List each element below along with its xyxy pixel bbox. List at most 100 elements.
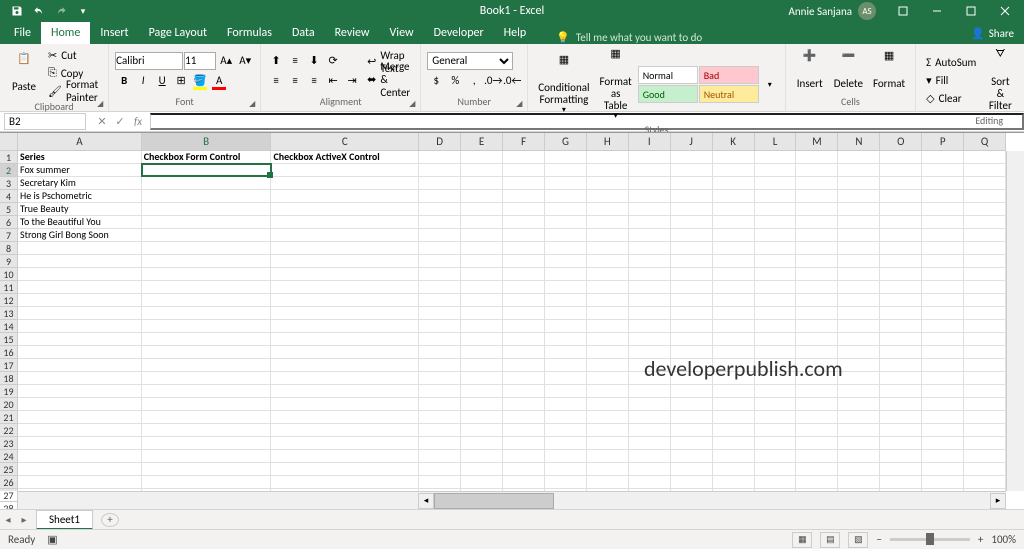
cancel-formula-icon[interactable]: ✕ xyxy=(94,115,110,128)
cell[interactable] xyxy=(880,294,922,307)
cell[interactable] xyxy=(271,333,419,346)
cell[interactable] xyxy=(964,372,1006,385)
cell[interactable] xyxy=(671,190,713,203)
cell[interactable] xyxy=(142,242,272,255)
cell[interactable] xyxy=(880,229,922,242)
cell[interactable] xyxy=(671,424,713,437)
cell[interactable] xyxy=(461,216,503,229)
cell[interactable] xyxy=(18,281,142,294)
cell[interactable] xyxy=(629,411,671,424)
cell[interactable] xyxy=(880,320,922,333)
maximize-icon[interactable] xyxy=(956,0,986,22)
cell[interactable] xyxy=(964,177,1006,190)
cell[interactable] xyxy=(838,268,880,281)
cell[interactable] xyxy=(271,463,419,476)
decrease-decimal-icon[interactable]: .0← xyxy=(503,72,521,90)
cell[interactable] xyxy=(838,372,880,385)
cell[interactable] xyxy=(271,372,419,385)
cell[interactable] xyxy=(142,268,272,281)
column-header[interactable]: K xyxy=(713,133,755,151)
cell[interactable] xyxy=(271,320,419,333)
cell[interactable] xyxy=(587,372,629,385)
row-header[interactable]: 9 xyxy=(0,255,18,268)
cell[interactable] xyxy=(880,333,922,346)
cell[interactable] xyxy=(419,294,461,307)
cell[interactable] xyxy=(271,398,419,411)
cell[interactable] xyxy=(713,398,755,411)
row-header[interactable]: 27 xyxy=(0,489,18,502)
cell[interactable] xyxy=(545,255,587,268)
number-dialog-launcher[interactable]: ◢ xyxy=(513,98,525,110)
cell[interactable] xyxy=(503,255,545,268)
cell[interactable] xyxy=(629,307,671,320)
number-format-combo[interactable]: General xyxy=(427,52,513,70)
cell[interactable] xyxy=(796,255,838,268)
cell[interactable] xyxy=(419,307,461,320)
column-header[interactable]: M xyxy=(796,133,838,151)
cell[interactable] xyxy=(419,229,461,242)
cell[interactable] xyxy=(419,398,461,411)
cell[interactable] xyxy=(142,307,272,320)
cell[interactable] xyxy=(545,346,587,359)
cell[interactable] xyxy=(503,216,545,229)
cell[interactable] xyxy=(880,411,922,424)
cell[interactable] xyxy=(629,450,671,463)
font-dialog-launcher[interactable]: ◢ xyxy=(246,98,258,110)
cell[interactable] xyxy=(461,385,503,398)
cell[interactable] xyxy=(880,177,922,190)
cell[interactable] xyxy=(629,190,671,203)
row-header[interactable]: 17 xyxy=(0,359,18,372)
cell[interactable] xyxy=(964,255,1006,268)
cell[interactable] xyxy=(796,294,838,307)
cell[interactable] xyxy=(419,164,461,177)
cell[interactable] xyxy=(964,164,1006,177)
cell[interactable] xyxy=(271,281,419,294)
cell[interactable] xyxy=(964,229,1006,242)
align-top-icon[interactable]: ⬆ xyxy=(267,52,285,70)
cell[interactable] xyxy=(755,255,797,268)
row-header[interactable]: 3 xyxy=(0,177,18,190)
column-header[interactable]: B xyxy=(142,133,272,151)
column-header[interactable]: C xyxy=(271,133,419,151)
cell[interactable] xyxy=(880,346,922,359)
cell[interactable] xyxy=(964,398,1006,411)
cell[interactable] xyxy=(545,450,587,463)
cell[interactable] xyxy=(629,346,671,359)
row-header[interactable]: 1 xyxy=(0,151,18,164)
cell[interactable] xyxy=(922,164,964,177)
cell[interactable] xyxy=(419,203,461,216)
cell[interactable] xyxy=(419,268,461,281)
cell[interactable] xyxy=(503,476,545,489)
column-header[interactable]: P xyxy=(922,133,964,151)
cell[interactable] xyxy=(461,190,503,203)
cell[interactable] xyxy=(503,333,545,346)
cell[interactable] xyxy=(587,242,629,255)
cell[interactable] xyxy=(629,463,671,476)
cell[interactable] xyxy=(796,424,838,437)
cell[interactable] xyxy=(922,385,964,398)
cell[interactable] xyxy=(796,164,838,177)
cell[interactable] xyxy=(964,346,1006,359)
cell[interactable] xyxy=(755,268,797,281)
row-header[interactable]: 8 xyxy=(0,242,18,255)
cell[interactable] xyxy=(629,476,671,489)
cell[interactable] xyxy=(461,229,503,242)
row-header[interactable]: 10 xyxy=(0,268,18,281)
cell[interactable] xyxy=(503,398,545,411)
cell[interactable] xyxy=(671,229,713,242)
column-header[interactable]: J xyxy=(671,133,713,151)
cell[interactable] xyxy=(629,372,671,385)
cell[interactable] xyxy=(922,190,964,203)
cell[interactable] xyxy=(503,164,545,177)
cell[interactable] xyxy=(587,229,629,242)
cell[interactable] xyxy=(796,151,838,164)
select-all-corner[interactable] xyxy=(0,133,18,151)
cell[interactable] xyxy=(18,268,142,281)
cell[interactable] xyxy=(755,242,797,255)
cell[interactable] xyxy=(922,463,964,476)
cell[interactable] xyxy=(796,216,838,229)
cell[interactable] xyxy=(880,398,922,411)
cell[interactable] xyxy=(545,177,587,190)
cell[interactable] xyxy=(922,320,964,333)
cell[interactable] xyxy=(671,398,713,411)
